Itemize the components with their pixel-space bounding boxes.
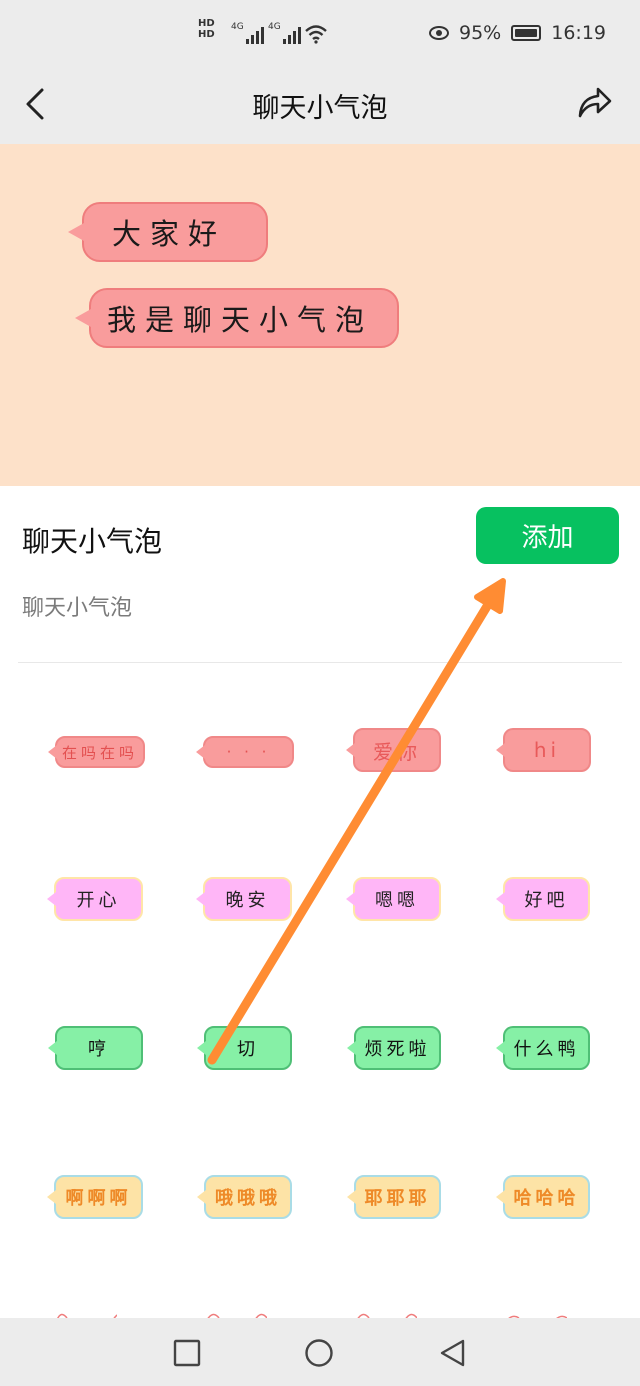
sticker-item[interactable]: 哼 [48,1026,143,1070]
status-right: 95% 16:19 [429,22,606,44]
bubble-preview: 大家好 我是聊天小气泡 [0,144,640,486]
bubble-pack-title: 聊天小气泡 [22,525,163,558]
share-icon[interactable] [574,82,614,122]
bubble-pack-subtitle: 聊天小气泡 [22,596,133,621]
preview-bubble-1: 大家好 [68,202,268,262]
clock: 16:19 [551,22,606,44]
hd-label-1: HD [198,18,215,29]
network-type-2: 4G [268,22,281,32]
sticker-item[interactable]: 耶耶耶 [347,1175,441,1219]
divider [18,662,622,663]
sticker-item[interactable]: 哦哦哦 [197,1175,292,1219]
sticker-item[interactable]: 在吗在吗 [48,736,145,768]
sticker-item[interactable]: 烦死啦 [347,1026,441,1070]
hd-indicator: HD HD [198,18,215,40]
signal-icon-1 [246,26,264,44]
sticker-item[interactable]: 哈哈哈 [496,1175,590,1219]
add-button[interactable]: 添加 [476,507,619,564]
signal-icon-2 [283,26,301,44]
app-bar: 聊天小气泡 [0,70,640,144]
page-title: 聊天小气泡 [252,93,388,124]
eye-comfort-icon [429,26,449,40]
battery-percent: 95% [459,22,502,44]
wifi-icon [305,25,327,44]
status-bar: HD HD 4G 4G 95% 16:19 [0,0,640,70]
sticker-item[interactable]: 开心 [47,877,143,921]
sticker-item[interactable]: · · · [196,736,294,768]
system-nav-bar [0,1318,640,1386]
network-type-1: 4G [231,22,244,32]
sticker-item[interactable]: 嗯嗯 [346,877,441,921]
sticker-item[interactable]: 啊啊啊 [47,1175,143,1219]
battery-icon [511,25,542,41]
sticker-item[interactable]: hi [496,728,591,772]
sticker-item[interactable]: 切 [197,1026,292,1070]
circle-icon[interactable] [304,1338,334,1368]
sticker-item[interactable]: 好吧 [496,877,590,921]
sticker-item[interactable]: 晚安 [196,877,292,921]
hd-label-2: HD [198,29,215,40]
square-icon[interactable] [172,1338,202,1368]
preview-bubble-2: 我是聊天小气泡 [75,288,399,348]
sticker-item[interactable]: 爱你 [346,728,441,772]
sticker-item[interactable]: 什么鸭 [496,1026,590,1070]
triangle-back-icon[interactable] [438,1338,468,1368]
